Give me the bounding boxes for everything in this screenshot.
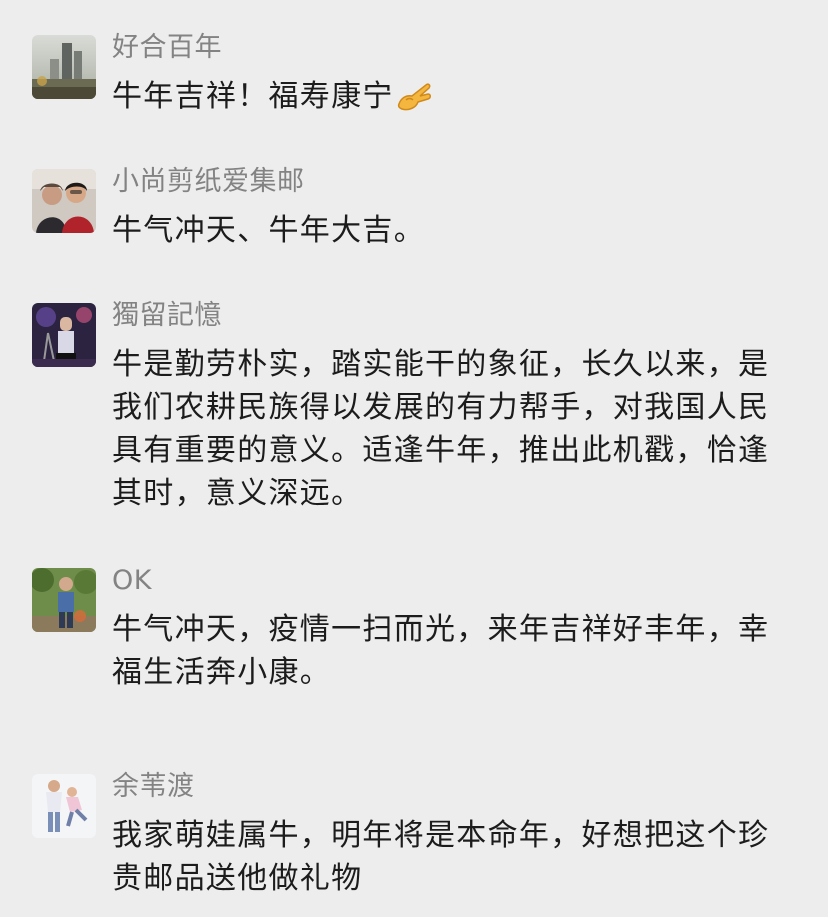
avatar[interactable] [32,303,96,367]
comment-nickname[interactable]: 小尚剪纸爱集邮 [112,167,305,197]
comment-nickname[interactable]: 獨留記憶 [112,301,222,331]
avatar[interactable] [32,169,96,233]
ok-hand-icon [396,80,432,112]
avatar[interactable] [32,35,96,99]
comment-text: 牛气冲天、牛年大吉。 [112,213,425,248]
comment-nickname[interactable]: 余苇渡 [112,772,195,802]
comment-text: 我家萌娃属牛，明年将是本命年，好想把这个珍贵邮品送他做礼物 [112,818,770,896]
avatar[interactable] [32,568,96,632]
comment-nickname[interactable]: OK [112,566,152,596]
comment-text-content: 牛年吉祥！福寿康宁 [112,79,394,114]
comment-text: 牛是勤劳朴实，踏实能干的象征，长久以来，是我们农耕民族得以发展的有力帮手，对我国… [112,347,770,511]
comment-text: 牛年吉祥！福寿康宁 [112,75,782,118]
avatar[interactable] [32,774,96,838]
comment-text: 牛气冲天，疫情一扫而光，来年吉祥好丰年，幸福生活奔小康。 [112,612,770,690]
comment-nickname[interactable]: 好合百年 [112,33,222,63]
